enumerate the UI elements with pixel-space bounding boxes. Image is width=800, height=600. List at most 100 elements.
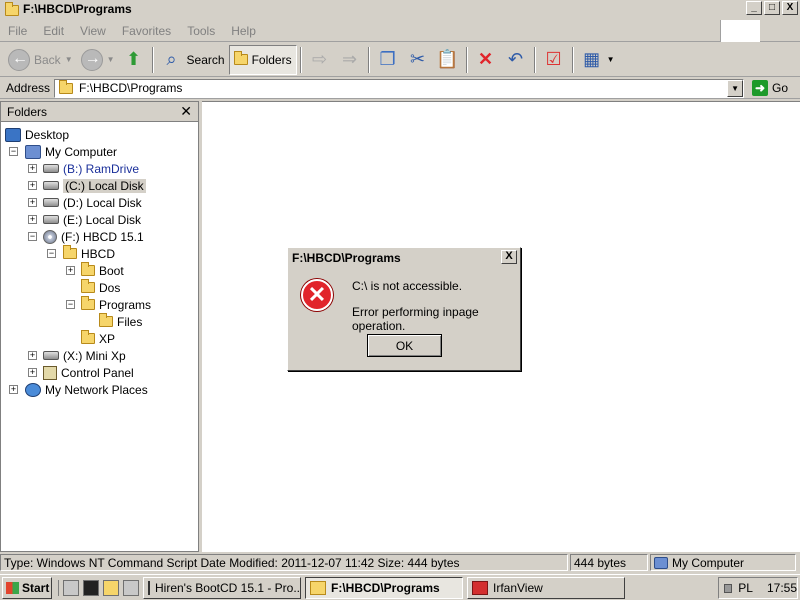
views-button[interactable]: ▦ ▼ (577, 45, 619, 75)
tree-expander-icon[interactable]: + (28, 198, 37, 207)
tree-expander-icon[interactable]: − (47, 249, 56, 258)
tree-item[interactable]: My Computer (25, 143, 117, 160)
copy-to-icon: ⇒ (342, 49, 358, 69)
tree-item[interactable]: (B:) RamDrive (43, 160, 139, 177)
menu-edit[interactable]: Edit (35, 24, 72, 38)
drive-icon (43, 164, 59, 173)
address-value: F:\HBCD\Programs (79, 81, 183, 95)
tree-item[interactable]: My Network Places (25, 381, 148, 398)
brand-area (720, 20, 760, 42)
dialog-message: C:\ is not accessible. (352, 279, 463, 293)
tree-item[interactable]: Control Panel (43, 364, 134, 381)
folders-pane-title: Folders (7, 104, 48, 119)
toolbar-separator (571, 46, 574, 73)
minimize-button[interactable]: _ (746, 1, 762, 15)
drive-icon (43, 181, 59, 190)
tree-item[interactable]: (C:) Local Disk (43, 177, 146, 194)
address-dropdown-icon[interactable]: ▼ (727, 79, 744, 97)
control-panel-icon (43, 365, 57, 380)
menu-favorites[interactable]: Favorites (114, 24, 179, 38)
tree-expander-icon[interactable]: + (28, 368, 37, 377)
tree-expander-icon[interactable]: + (9, 385, 18, 394)
up-button[interactable]: ⬆ (119, 45, 149, 75)
status-info: Type: Windows NT Command Script Date Mod… (0, 554, 568, 571)
tree-expander-icon[interactable]: + (28, 215, 37, 224)
tree-item[interactable]: HBCD (63, 245, 115, 262)
folder-icon (310, 580, 326, 595)
tree-expander-icon[interactable]: + (28, 164, 37, 173)
dialog-detail: Error performing inpage operation. (352, 305, 479, 333)
tree-expander-icon[interactable]: + (66, 266, 75, 275)
move-to-icon: ⇨ (312, 49, 328, 69)
quick-launch (58, 579, 139, 596)
toolbar: Back ▼ ▼ ⬆ ⌕ Search Folders ⇨ ⇒ ❐ ✂ 📋 ✕ … (0, 43, 800, 77)
task-explorer[interactable]: F:\HBCD\Programs (305, 576, 463, 599)
task-hirens-bootcd[interactable]: Hiren's BootCD 15.1 - Pro... (143, 576, 301, 599)
move-to-button[interactable]: ⇨ (305, 45, 335, 75)
paste-button[interactable]: 📋 (433, 45, 463, 75)
hirens-icon (148, 580, 150, 595)
address-input[interactable]: F:\HBCD\Programs ▼ (54, 78, 745, 98)
task-label: Hiren's BootCD 15.1 - Pro... (155, 580, 301, 595)
folder-icon (63, 245, 77, 259)
drive-tray-icon[interactable] (724, 583, 733, 593)
folders-button[interactable]: Folders (228, 44, 297, 75)
language-indicator[interactable]: PL (738, 581, 753, 595)
copy-to-button[interactable]: ⇒ (335, 45, 365, 75)
tree-item[interactable]: Programs (81, 296, 151, 313)
ok-button[interactable]: OK (367, 334, 442, 357)
tree-item[interactable]: (D:) Local Disk (43, 194, 142, 211)
undo-button[interactable]: ↶ (501, 45, 531, 75)
folder-icon (99, 313, 113, 327)
task-irfanview[interactable]: IrfanView (467, 576, 625, 599)
tree-item[interactable]: XP (81, 330, 115, 347)
maximize-button[interactable]: □ (764, 1, 780, 15)
show-desktop-icon[interactable] (63, 579, 79, 596)
start-button[interactable]: Start (2, 576, 52, 599)
error-dialog: F:\HBCD\Programs X ✕ C:\ is not accessib… (287, 247, 521, 371)
tree-item[interactable]: (F:) HBCD 15.1 (43, 228, 144, 245)
delete-button[interactable]: ✕ (471, 45, 501, 75)
forward-button[interactable]: ▼ (77, 45, 119, 75)
tree-item[interactable]: (E:) Local Disk (43, 211, 141, 228)
tree-item[interactable]: Desktop (5, 126, 69, 143)
menu-help[interactable]: Help (223, 24, 264, 38)
tree-expander-icon[interactable]: − (28, 232, 37, 241)
cut-button[interactable]: ✂ (403, 45, 433, 75)
tree-expander-icon[interactable]: − (66, 300, 75, 309)
desktop-icon (5, 127, 21, 142)
tree-item-label: Boot (99, 263, 124, 278)
go-button[interactable]: ➜ Go (752, 80, 788, 96)
error-icon: ✕ (301, 279, 333, 311)
tree-item[interactable]: Dos (81, 279, 120, 296)
tree-item[interactable]: Files (99, 313, 142, 330)
tree-item-label: Files (117, 314, 143, 329)
tree-item[interactable]: Boot (81, 262, 124, 279)
tree-expander-icon[interactable]: + (28, 351, 37, 360)
tree-expander-icon[interactable]: + (28, 181, 37, 190)
search-button[interactable]: ⌕ Search (157, 45, 229, 75)
quick-launch-icon[interactable] (123, 579, 139, 596)
back-button[interactable]: Back ▼ (4, 45, 77, 75)
close-pane-icon[interactable]: ✕ (180, 103, 192, 120)
window-title: F:\HBCD\Programs (23, 2, 132, 16)
close-button[interactable]: X (782, 1, 798, 15)
explorer-icon[interactable] (103, 579, 119, 596)
forward-arrow-icon (80, 48, 103, 71)
menu-tools[interactable]: Tools (179, 24, 223, 38)
computer-icon (25, 144, 41, 159)
properties-button[interactable]: ☑ (539, 45, 569, 75)
tree-item-label: HBCD (81, 246, 116, 261)
menu-view[interactable]: View (72, 24, 114, 38)
tree-item[interactable]: (X:) Mini Xp (43, 347, 126, 364)
tree-expander-icon[interactable]: − (9, 147, 18, 156)
command-prompt-icon[interactable] (83, 579, 99, 596)
folder-icon (81, 330, 95, 344)
tree-item-label: My Computer (45, 144, 118, 159)
dialog-close-button[interactable]: X (501, 250, 517, 264)
copy-button[interactable]: ❐ (373, 45, 403, 75)
clock: 17:55 (766, 581, 797, 595)
menu-file[interactable]: File (0, 24, 35, 38)
tree-item-label: Programs (99, 297, 152, 312)
tree-item-label: (D:) Local Disk (63, 195, 142, 210)
